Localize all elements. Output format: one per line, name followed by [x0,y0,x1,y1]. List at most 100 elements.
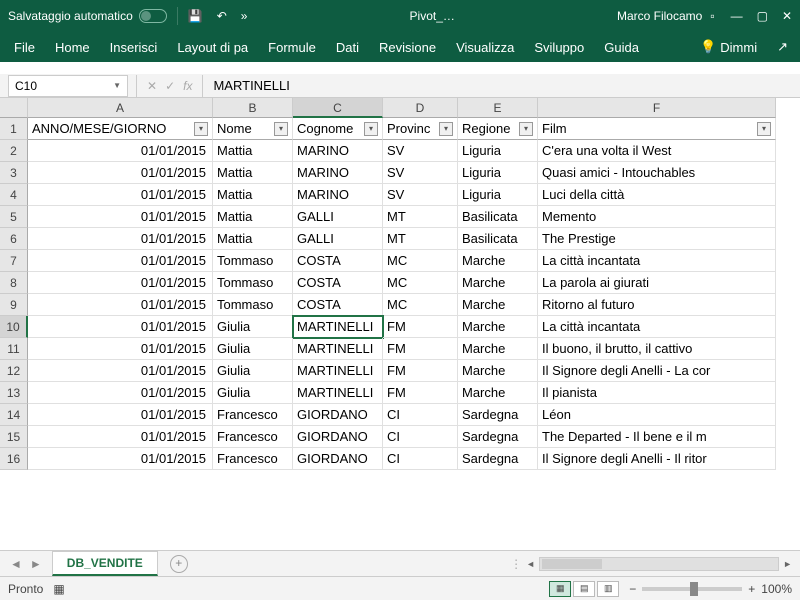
cell[interactable]: MT [383,206,458,228]
cell[interactable]: 01/01/2015 [28,426,213,448]
cell[interactable]: The Departed - Il bene e il m [538,426,776,448]
cancel-icon[interactable]: ✕ [147,79,157,93]
column-header[interactable]: E [458,98,538,118]
row-header[interactable]: 1 [0,118,28,140]
cell[interactable]: FM [383,316,458,338]
cell[interactable]: SV [383,184,458,206]
chevron-down-icon[interactable]: ▼ [113,81,121,90]
toggle-icon[interactable] [139,9,167,23]
cell[interactable]: Marche [458,294,538,316]
ribbon-options-icon[interactable]: ▫ [710,9,714,23]
cell[interactable]: Il pianista [538,382,776,404]
cell[interactable]: Giulia [213,382,293,404]
cell[interactable]: MARTINELLI [293,382,383,404]
cell[interactable]: MARINO [293,140,383,162]
cell[interactable]: 01/01/2015 [28,140,213,162]
cell[interactable]: Basilicata [458,206,538,228]
select-all-corner[interactable] [0,98,28,118]
cell[interactable]: MC [383,250,458,272]
save-icon[interactable]: 💾 [188,9,203,23]
cell[interactable]: 01/01/2015 [28,272,213,294]
fx-icon[interactable]: fx [183,79,192,93]
sheet-next-icon[interactable]: ► [30,557,42,571]
cell[interactable]: FM [383,338,458,360]
cell[interactable]: MARTINELLI [293,338,383,360]
tab-insert[interactable]: Inserisci [100,34,168,61]
row-header[interactable]: 7 [0,250,28,272]
cell[interactable]: La parola ai giurati [538,272,776,294]
cell[interactable]: 01/01/2015 [28,448,213,470]
cell[interactable]: SV [383,162,458,184]
tell-me[interactable]: 💡 Dimmi [700,39,757,55]
sheet-prev-icon[interactable]: ◄ [10,557,22,571]
cell[interactable]: MARTINELLI [293,316,383,338]
undo-icon[interactable]: ↶ [217,9,227,23]
cell[interactable]: Giulia [213,338,293,360]
cell[interactable]: La città incantata [538,250,776,272]
page-layout-button[interactable]: ▤ [573,581,595,597]
zoom-control[interactable]: − + 100% [629,582,792,596]
row-header[interactable]: 10 [0,316,28,338]
filter-button[interactable]: ▾ [757,122,771,136]
cell[interactable]: Léon [538,404,776,426]
cell[interactable]: COSTA [293,250,383,272]
tab-formulas[interactable]: Formule [258,34,326,61]
spreadsheet-grid[interactable]: 12345678910111213141516 ANNO/MESE/GIORNO… [0,118,800,550]
cell[interactable]: Il buono, il brutto, il cattivo [538,338,776,360]
cell[interactable]: Sardegna [458,404,538,426]
row-header[interactable]: 11 [0,338,28,360]
scroll-right-icon[interactable]: ► [783,559,792,569]
cell[interactable]: Tommaso [213,272,293,294]
cell[interactable]: Liguria [458,162,538,184]
tab-file[interactable]: File [4,34,45,61]
share-icon[interactable]: ↗ [769,39,796,55]
tab-layout[interactable]: Layout di pa [167,34,258,61]
cell[interactable]: Mattia [213,228,293,250]
horizontal-scrollbar[interactable]: ⋮ ◄ ► [510,557,800,571]
zoom-level[interactable]: 100% [761,582,792,596]
cell[interactable]: Francesco [213,426,293,448]
page-break-button[interactable]: ▥ [597,581,619,597]
minimize-icon[interactable]: — [731,9,743,23]
cell[interactable]: MT [383,228,458,250]
cell[interactable]: 01/01/2015 [28,382,213,404]
more-icon[interactable]: » [241,9,248,23]
macro-icon[interactable]: ▦ [53,582,64,596]
cell[interactable]: 01/01/2015 [28,360,213,382]
cell[interactable]: Liguria [458,140,538,162]
cell[interactable]: Memento [538,206,776,228]
cell[interactable]: La città incantata [538,316,776,338]
cell[interactable]: Quasi amici - Intouchables [538,162,776,184]
cell[interactable]: MC [383,272,458,294]
filter-button[interactable]: ▾ [364,122,378,136]
cell[interactable]: GALLI [293,228,383,250]
table-header-cell[interactable]: Film▾ [538,118,776,140]
cell[interactable]: MC [383,294,458,316]
table-header-cell[interactable]: Nome▾ [213,118,293,140]
add-sheet-button[interactable]: + [170,555,188,573]
cell[interactable]: 01/01/2015 [28,294,213,316]
column-header[interactable]: B [213,98,293,118]
cell[interactable]: Basilicata [458,228,538,250]
cell[interactable]: GIORDANO [293,448,383,470]
autosave-toggle[interactable]: Salvataggio automatico [8,9,167,23]
cell[interactable]: C'era una volta il West [538,140,776,162]
zoom-out-icon[interactable]: − [629,582,636,596]
cell[interactable]: Sardegna [458,448,538,470]
cell[interactable]: Sardegna [458,426,538,448]
cell[interactable]: GIORDANO [293,426,383,448]
cell[interactable]: 01/01/2015 [28,316,213,338]
close-icon[interactable]: ✕ [782,9,792,23]
table-header-cell[interactable]: Cognome▾ [293,118,383,140]
grip-icon[interactable]: ⋮ [510,557,522,571]
row-header[interactable]: 2 [0,140,28,162]
filter-button[interactable]: ▾ [519,122,533,136]
cell[interactable]: GIORDANO [293,404,383,426]
cell[interactable]: MARTINELLI [293,360,383,382]
cell[interactable]: 01/01/2015 [28,162,213,184]
cell[interactable]: Ritorno al futuro [538,294,776,316]
zoom-slider[interactable] [642,587,742,591]
cell[interactable]: Marche [458,360,538,382]
cell[interactable]: Marche [458,250,538,272]
sheet-tab[interactable]: DB_VENDITE [52,551,158,576]
